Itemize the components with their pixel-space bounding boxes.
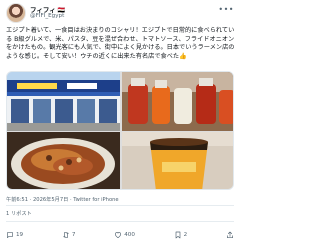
heart-icon xyxy=(115,232,122,239)
tweet-meta: 午前6:51 · 2026年5月7日 · Twitter for iPhone xyxy=(6,196,119,203)
photo-storefront[interactable] xyxy=(7,72,120,131)
divider xyxy=(6,205,234,206)
share-button[interactable] xyxy=(226,231,234,239)
retweet-count: 7 xyxy=(71,232,76,238)
reply-count: 19 xyxy=(16,232,24,238)
reply-button[interactable]: 19 xyxy=(6,231,23,239)
retweet-button[interactable]: 7 xyxy=(62,231,76,239)
photo-sauce-bottles[interactable] xyxy=(122,72,233,131)
retweet-icon xyxy=(62,232,69,238)
photo-koshary-plate[interactable] xyxy=(7,132,120,189)
share-icon xyxy=(227,231,233,238)
repost-count[interactable]: 1 リポスト xyxy=(6,210,32,217)
user-handle[interactable]: @FIFI_Egypt xyxy=(30,13,64,19)
divider xyxy=(6,221,234,222)
action-bar: 19 7 400 2 xyxy=(6,229,234,241)
tweet-source[interactable]: Twitter for iPhone xyxy=(73,197,118,203)
avatar[interactable] xyxy=(6,3,26,23)
bookmark-button[interactable]: 2 xyxy=(174,231,188,239)
tweet-text: エジプト着いて、一食目はお決まりのコシャリ！エジプトで日常的に食べられている B… xyxy=(6,27,235,60)
like-button[interactable]: 400 xyxy=(114,231,135,239)
tweet-header: フィフィ 🇪🇬 @FIFI_Egypt ••• xyxy=(6,3,234,25)
bookmark-icon xyxy=(175,231,181,239)
timestamp[interactable]: 午前6:51 · 2026年5月7日 · xyxy=(6,197,73,203)
reply-icon xyxy=(7,232,13,238)
like-count: 400 xyxy=(124,232,135,238)
photo-koshary-cup[interactable] xyxy=(122,132,233,189)
bookmark-count: 2 xyxy=(183,232,188,238)
more-options-icon[interactable]: ••• xyxy=(218,5,234,14)
photo-grid xyxy=(6,71,234,190)
